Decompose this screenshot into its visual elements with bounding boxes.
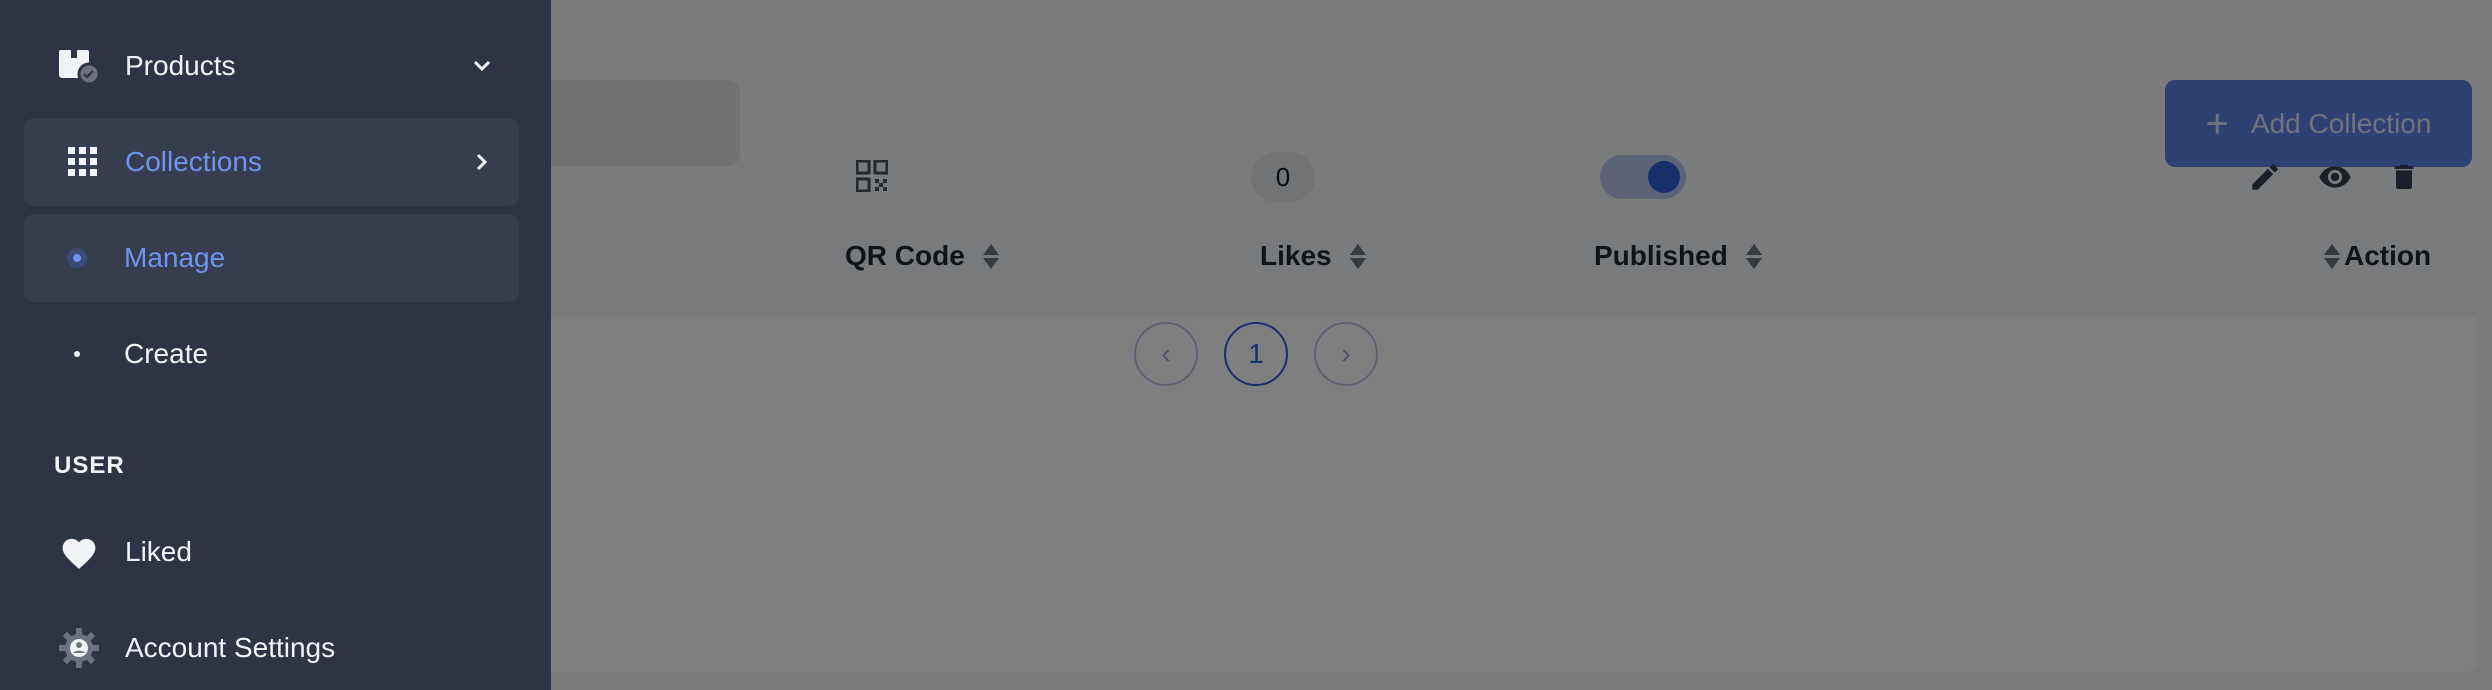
sidebar-item-account-settings-label: Account Settings	[125, 632, 336, 663]
products-box-icon	[56, 43, 102, 89]
sidebar-item-create[interactable]: Create	[24, 310, 519, 398]
chevron-right-icon	[469, 149, 495, 175]
sidebar-item-collections-label: Collections	[125, 146, 262, 177]
grid-icon	[60, 139, 106, 185]
sidebar-item-manage-label: Manage	[124, 242, 226, 273]
sidebar-item-products-label: Products	[125, 50, 236, 81]
sidebar-item-products[interactable]: Products	[24, 22, 519, 110]
sidebar: Products Collections Manage Create USER …	[0, 0, 551, 690]
sidebar-item-collections[interactable]: Collections	[24, 118, 519, 206]
sidebar-item-account-settings[interactable]: Account Settings	[24, 604, 519, 690]
sidebar-item-liked[interactable]: Liked	[24, 508, 519, 596]
dot-icon	[54, 235, 100, 281]
heart-icon	[56, 529, 102, 575]
sidebar-item-create-label: Create	[124, 338, 209, 369]
sidebar-item-manage[interactable]: Manage	[24, 214, 519, 302]
sidebar-section-user: USER	[54, 452, 125, 479]
sidebar-item-liked-label: Liked	[125, 536, 192, 567]
gear-user-icon	[56, 625, 102, 671]
chevron-down-icon	[469, 53, 495, 79]
dot-icon	[54, 331, 100, 377]
